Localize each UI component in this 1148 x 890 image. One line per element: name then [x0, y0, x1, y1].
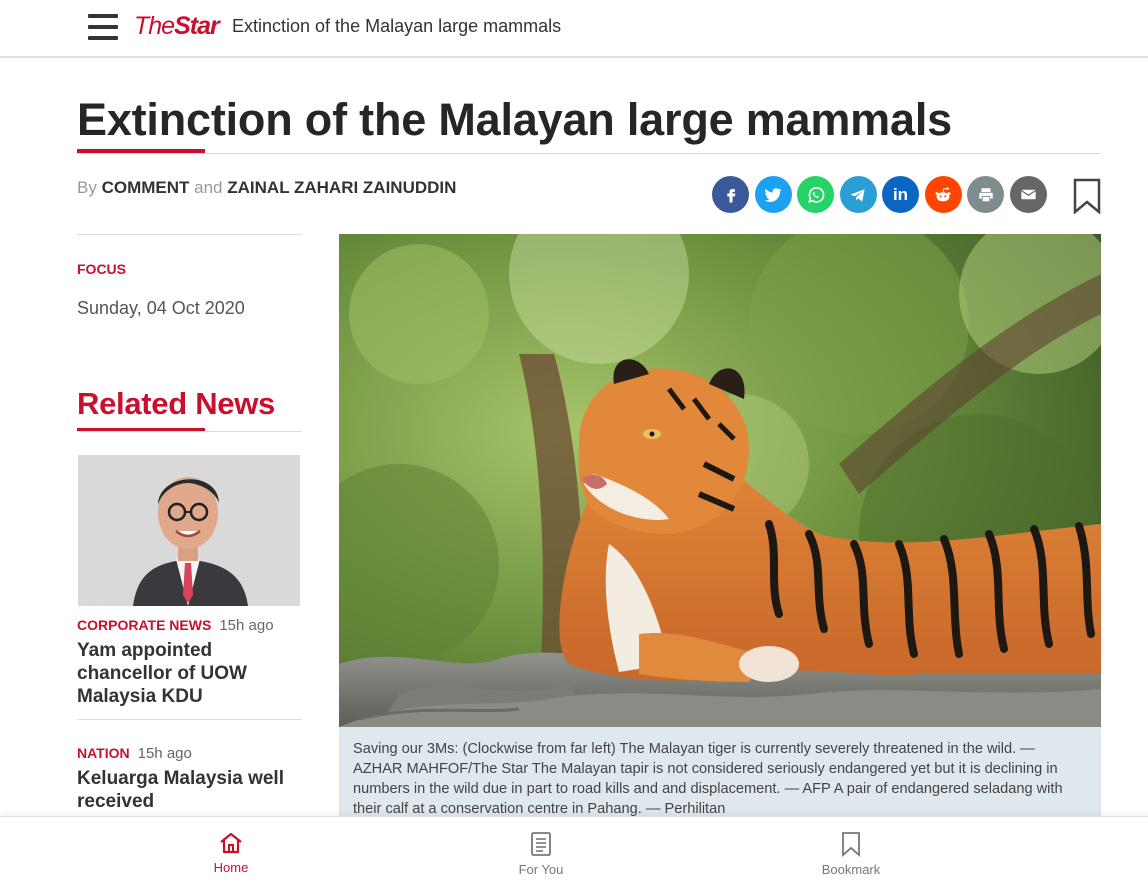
related-news-thumbnail[interactable]	[78, 455, 300, 606]
news-category[interactable]: NATION	[77, 745, 130, 761]
related-news-title[interactable]: Keluarga Malaysia well received	[77, 767, 302, 813]
logo-star: Star	[174, 12, 220, 40]
article-headline: Extinction of the Malayan large mammals	[77, 94, 952, 145]
news-time: 15h ago	[219, 617, 274, 634]
related-accent-bar	[77, 428, 205, 431]
related-news-title[interactable]: Yam appointed chancellor of UOW Malaysia…	[77, 639, 302, 708]
reddit-share-icon[interactable]	[924, 176, 962, 213]
section-label[interactable]: FOCUS	[77, 261, 126, 277]
nav-home[interactable]: Home	[191, 831, 271, 875]
publish-date: Sunday, 04 Oct 2020	[77, 298, 245, 318]
twitter-share-icon[interactable]	[754, 176, 792, 213]
left-divider-top	[77, 234, 302, 235]
linkedin-share-icon[interactable]: in	[882, 176, 919, 213]
nav-bookmark[interactable]: Bookmark	[811, 831, 891, 877]
related-divider	[77, 431, 302, 432]
bottom-nav: Home For You Bookmark	[0, 816, 1148, 890]
logo-the: The	[134, 12, 175, 40]
nav-for-you[interactable]: For You	[501, 831, 581, 877]
bookmark-icon[interactable]	[1073, 178, 1101, 215]
nav-bookmark-label: Bookmark	[821, 862, 881, 877]
headline-accent-bar	[77, 149, 205, 153]
email-icon[interactable]	[1009, 176, 1047, 213]
nav-for-you-label: For You	[518, 862, 564, 877]
news-icon	[531, 832, 551, 856]
related-item-meta: CORPORATE NEWS 15h ago	[77, 617, 274, 635]
news-time: 15h ago	[137, 745, 192, 762]
home-icon	[220, 832, 242, 854]
article-hero-image	[339, 234, 1101, 727]
byline: By COMMENT and ZAINAL ZAHARI ZAINUDDIN	[77, 178, 456, 198]
related-news-heading: Related News	[77, 386, 275, 421]
byline-by: By	[77, 178, 97, 197]
topbar-article-title: Extinction of the Malayan large mammals	[232, 16, 562, 36]
nav-home-label: Home	[213, 860, 249, 875]
telegram-share-icon[interactable]	[839, 176, 877, 213]
headline-divider	[77, 153, 1101, 154]
facebook-share-icon[interactable]	[712, 176, 749, 213]
menu-icon[interactable]	[88, 14, 118, 40]
author-link-zainal[interactable]: ZAINAL ZAHARI ZAINUDDIN	[227, 178, 456, 197]
thestar-logo[interactable]: TheStar	[134, 12, 220, 41]
author-link-comment[interactable]: COMMENT	[102, 178, 190, 197]
news-category[interactable]: CORPORATE NEWS	[77, 617, 211, 633]
related-item-divider	[77, 719, 302, 720]
related-item-meta: NATION 15h ago	[77, 745, 192, 763]
byline-and: and	[194, 178, 223, 197]
image-caption: Saving our 3Ms: (Clockwise from far left…	[339, 727, 1101, 827]
top-bar: TheStar Extinction of the Malayan large …	[0, 0, 1148, 58]
print-icon[interactable]	[967, 176, 1004, 213]
whatsapp-share-icon[interactable]	[797, 176, 834, 213]
share-bar: in	[712, 176, 1047, 213]
bookmark-icon	[842, 832, 860, 857]
